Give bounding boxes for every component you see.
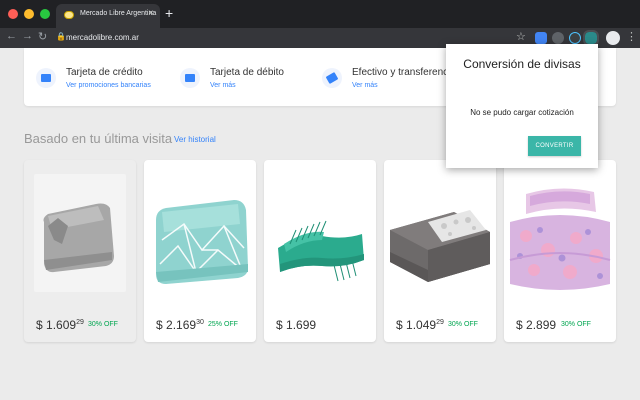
product-price: $ 2.16930 [156,318,204,332]
product-card[interactable]: $ 1.04929 30% OFF [384,160,496,342]
new-tab-button[interactable]: + [165,5,173,21]
product-image [504,160,616,302]
close-window-button[interactable] [8,9,18,19]
product-card[interactable]: $ 2.16930 25% OFF [144,160,256,342]
convert-button[interactable]: CONVERTIR [528,136,581,156]
history-link[interactable]: Ver historial [174,135,216,144]
forward-icon[interactable]: → [22,30,33,42]
lock-icon[interactable]: 🔒 [56,32,66,41]
payment-cash[interactable]: Efectivo y transferencia Ver más [310,48,456,106]
discount-badge: 30% OFF [561,321,591,328]
discount-badge: 30% OFF [448,321,478,328]
product-image [24,160,136,302]
translate-extension-icon[interactable] [535,32,547,44]
payment-title: Efectivo y transferencia [352,67,456,78]
browser-menu-icon[interactable]: ⋮ [626,30,637,43]
credit-card-icon [36,68,56,88]
react-extension-icon[interactable] [569,32,581,44]
product-card[interactable]: $ 1.699 [264,160,376,342]
discount-badge: 30% OFF [88,321,118,328]
product-card[interactable]: $ 1.60929 30% OFF [24,160,136,342]
payment-link[interactable]: Ver promociones bancarias [66,82,151,89]
payment-debit[interactable]: Tarjeta de débito Ver más [168,48,318,106]
browser-tab-bar: Mercado Libre Argentina × + [0,0,640,28]
extension-icon[interactable] [552,32,564,44]
product-price: $ 1.699 [276,318,317,332]
product-card[interactable]: $ 2.899 30% OFF [504,160,616,342]
product-image [264,160,376,302]
popup-title: Conversión de divisas [463,57,581,71]
cash-icon [322,68,342,88]
mercadolibre-favicon-icon [64,11,74,19]
product-image [384,160,496,302]
debit-card-icon [180,68,200,88]
product-price: $ 1.04929 [396,318,444,332]
browser-tab[interactable]: Mercado Libre Argentina × [56,4,160,28]
payment-title: Tarjeta de débito [210,67,284,78]
product-price: $ 2.899 [516,318,557,332]
product-price: $ 1.60929 [36,318,84,332]
payment-link[interactable]: Ver más [352,82,378,89]
section-title: Basado en tu última visita [24,131,173,146]
bookmark-star-icon[interactable]: ☆ [516,30,526,43]
minimize-window-button[interactable] [24,9,34,19]
payment-credit[interactable]: Tarjeta de crédito Ver promociones banca… [24,48,174,106]
discount-badge: 25% OFF [208,321,238,328]
payment-link[interactable]: Ver más [210,82,236,89]
address-bar[interactable]: mercadolibre.com.ar [66,33,139,42]
tab-close-icon[interactable]: × [148,8,154,19]
payment-title: Tarjeta de crédito [66,67,143,78]
popup-error-message: No se pudo cargar cotización [470,108,574,117]
currency-converter-extension-icon[interactable] [583,30,599,46]
profile-avatar[interactable] [606,31,620,45]
product-image [144,160,256,302]
reload-icon[interactable]: ↻ [38,30,47,43]
back-icon[interactable]: ← [6,30,17,42]
maximize-window-button[interactable] [40,9,50,19]
tab-title: Mercado Libre Argentina [80,10,157,17]
currency-converter-popup: Conversión de divisas No se pudo cargar … [446,44,598,168]
